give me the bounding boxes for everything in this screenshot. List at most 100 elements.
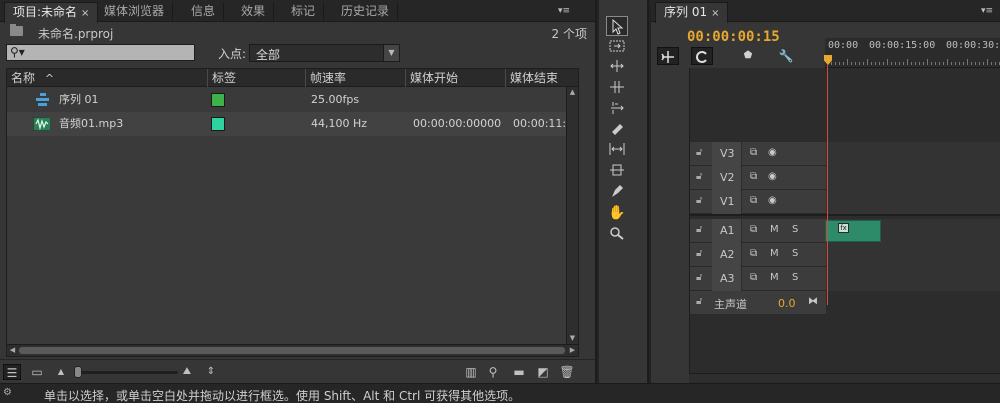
playhead-line[interactable] [827, 64, 828, 305]
scroll-up-icon[interactable]: ▲ [567, 87, 578, 98]
sync-lock-icon[interactable]: ⧉ [750, 224, 757, 235]
track-lane[interactable] [826, 166, 1000, 190]
tab-media-browser[interactable]: 媒体浏览器 [96, 2, 174, 22]
panel-menu-icon[interactable]: ▾≡ [978, 3, 996, 19]
find-icon[interactable]: ⚲ [484, 364, 502, 380]
tab-info[interactable]: 信息 [183, 2, 225, 22]
lock-icon[interactable]: 🔓︎ [696, 272, 702, 283]
automate-to-sequence-icon[interactable]: ▥ [462, 364, 480, 380]
track-target[interactable]: A3 [712, 267, 742, 291]
video-track-v1[interactable]: 🔓︎ V1 ⧉ ◉ [690, 190, 1000, 214]
tab-markers[interactable]: 标记 [283, 2, 325, 22]
zoom-slider[interactable] [78, 371, 178, 374]
track-target[interactable]: V3 [712, 142, 742, 166]
zoom-slider-thumb[interactable] [74, 366, 82, 378]
mute-button[interactable]: M [770, 248, 779, 259]
eye-icon[interactable]: ◉ [768, 147, 777, 158]
audio-track-a2[interactable]: 🔓︎ A2 ⧉ M S [690, 243, 1000, 267]
sync-lock-icon[interactable]: ⧉ [750, 248, 757, 259]
solo-button[interactable]: S [792, 272, 798, 283]
sort-asc-icon[interactable]: ^ [45, 72, 54, 85]
track-lane[interactable] [826, 190, 1000, 214]
lock-icon[interactable]: 🔓︎ [696, 224, 702, 235]
linked-selection-icon[interactable] [691, 47, 713, 65]
zoom-out-icon[interactable]: ▲ [52, 364, 70, 380]
go-to-end-icon[interactable]: ⧓ [808, 296, 818, 307]
lock-icon[interactable]: 🔓︎ [696, 296, 702, 307]
razor-tool-icon[interactable] [606, 119, 628, 139]
hand-tool-icon[interactable]: ✋ [606, 203, 628, 223]
video-track-v2[interactable]: 🔓︎ V2 ⧉ ◉ [690, 166, 1000, 190]
master-volume-value[interactable]: 0.0 [778, 297, 796, 310]
track-target[interactable]: V2 [712, 166, 742, 190]
scroll-left-icon[interactable]: ◀ [7, 345, 18, 356]
tab-history[interactable]: 历史记录 [333, 2, 399, 22]
column-header-media-start[interactable]: 媒体开始 [405, 69, 505, 87]
new-bin-icon[interactable]: ▬ [510, 364, 528, 380]
track-target[interactable]: A1 [712, 219, 742, 243]
horizontal-scrollbar[interactable]: ◀ ▶ [7, 344, 578, 356]
zoom-tool-icon[interactable] [606, 224, 628, 244]
table-row[interactable]: 音频01.mp3 44,100 Hz 00:00:00:00000 00:00:… [7, 112, 568, 136]
sync-lock-icon[interactable]: ⧉ [750, 195, 757, 206]
sync-lock-icon[interactable]: ⧉ [750, 147, 757, 158]
video-track-v3[interactable]: 🔓︎ V3 ⧉ ◉ [690, 142, 1000, 166]
track-target[interactable]: A2 [712, 243, 742, 267]
close-icon[interactable]: × [711, 8, 719, 19]
rate-stretch-tool-icon[interactable] [606, 99, 628, 119]
scrollbar-thumb[interactable] [19, 347, 565, 354]
tab-effects[interactable]: 效果 [233, 2, 275, 22]
inpoint-select[interactable]: 全部 ▼ [249, 44, 400, 62]
tab-sequence-01[interactable]: 序列 01 × [655, 2, 729, 23]
column-header-framerate[interactable]: 帧速率 [305, 69, 405, 87]
zoom-in-icon[interactable]: ⛰ [178, 364, 196, 380]
eye-icon[interactable]: ◉ [768, 195, 777, 206]
track-target[interactable]: V1 [712, 190, 742, 214]
rolling-edit-tool-icon[interactable] [606, 78, 628, 98]
list-view-icon[interactable]: ☰ [3, 364, 21, 380]
column-header-media-end[interactable]: 媒体结束 [505, 69, 580, 87]
lock-icon[interactable]: 🔓︎ [696, 171, 702, 182]
gear-icon[interactable]: ⚙ [3, 387, 12, 398]
search-icon[interactable]: ⚲▾ [10, 45, 25, 60]
slip-tool-icon[interactable] [606, 140, 628, 160]
panel-menu-icon[interactable]: ▾≡ [555, 3, 573, 19]
search-input[interactable] [29, 45, 189, 60]
scroll-down-icon[interactable]: ▼ [567, 333, 578, 344]
label-color-swatch[interactable] [211, 117, 225, 131]
playhead-timecode[interactable]: 00:00:00:15 [687, 29, 780, 45]
close-icon[interactable]: × [81, 8, 89, 19]
scroll-right-icon[interactable]: ▶ [567, 345, 578, 356]
slide-tool-icon[interactable] [606, 161, 628, 181]
snap-icon[interactable] [657, 47, 679, 65]
track-lane[interactable] [826, 243, 1000, 267]
wrench-icon[interactable]: 🔧 [775, 47, 797, 65]
sort-icon[interactable]: ⇕ [202, 364, 220, 380]
timeline-scrollbar[interactable] [689, 373, 1000, 383]
track-lane[interactable] [826, 142, 1000, 166]
sync-lock-icon[interactable]: ⧉ [750, 171, 757, 182]
sync-lock-icon[interactable]: ⧉ [750, 272, 757, 283]
master-track[interactable]: 🔓︎ 主声道 0.0 ⧓ [690, 291, 1000, 315]
solo-button[interactable]: S [792, 224, 798, 235]
video-audio-divider[interactable] [690, 214, 1000, 216]
icon-view-icon[interactable]: ▭ [28, 364, 46, 380]
lock-icon[interactable]: 🔓︎ [696, 147, 702, 158]
audio-track-a3[interactable]: 🔓︎ A3 ⧉ M S [690, 267, 1000, 291]
track-lane[interactable] [826, 291, 1000, 315]
label-color-swatch[interactable] [211, 93, 225, 107]
vertical-scrollbar[interactable]: ▲ ▼ [566, 87, 578, 344]
solo-button[interactable]: S [792, 248, 798, 259]
audio-clip[interactable]: fx [825, 220, 881, 242]
time-ruler[interactable]: 00:00 00:00:15:00 00:00:30:00 [825, 38, 1000, 68]
column-header-name[interactable]: 名称 ^ [7, 69, 207, 87]
ripple-edit-tool-icon[interactable] [606, 57, 628, 77]
table-row[interactable]: 序列 01 25.00fps [7, 88, 566, 112]
mute-button[interactable]: M [770, 224, 779, 235]
track-lane[interactable] [826, 267, 1000, 291]
eye-icon[interactable]: ◉ [768, 171, 777, 182]
selection-tool-icon[interactable] [606, 16, 628, 36]
search-box[interactable]: ⚲▾ [6, 44, 195, 61]
column-header-label[interactable]: 标签 [207, 69, 305, 87]
lock-icon[interactable]: 🔓︎ [696, 248, 702, 259]
